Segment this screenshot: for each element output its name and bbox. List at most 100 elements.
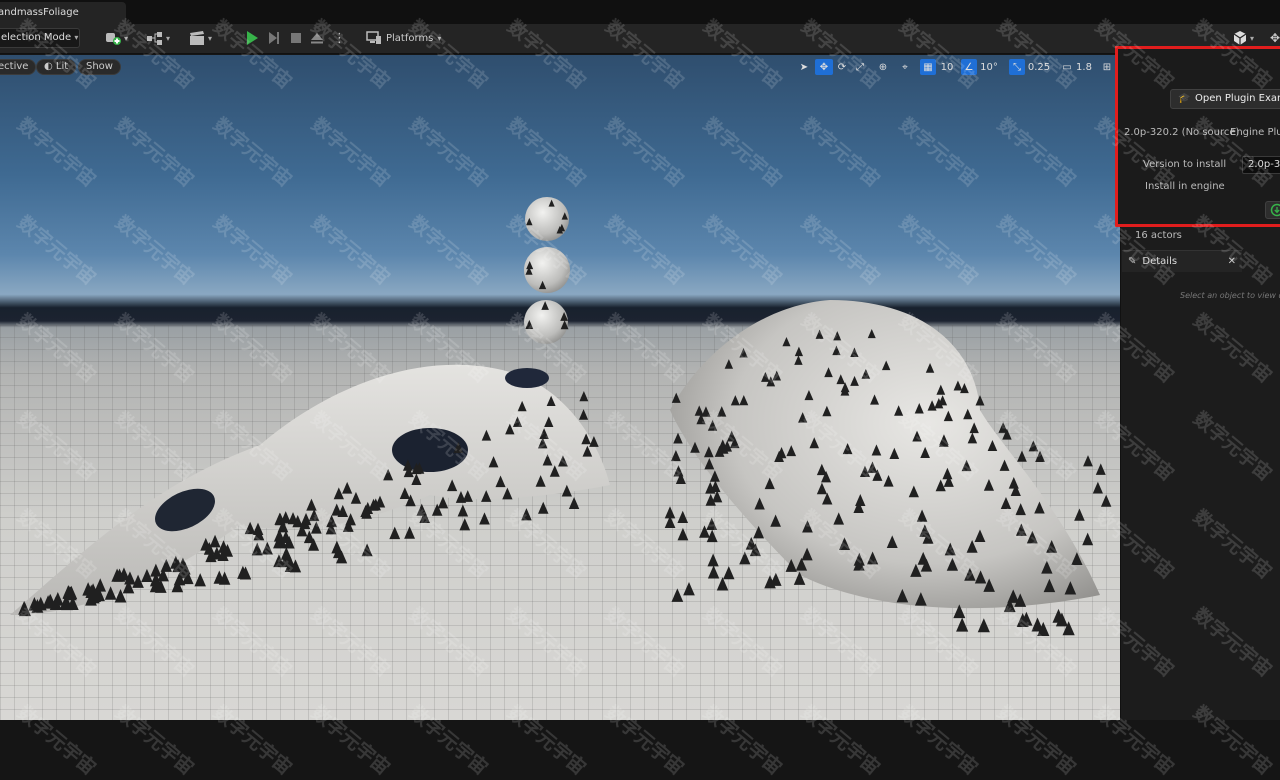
open-plugin-examples-label: Open Plugin Exampl [1195, 93, 1280, 104]
foliage-instance [746, 537, 757, 550]
platforms-icon [366, 31, 382, 45]
rotation-snap-toggle[interactable]: ∠ [961, 59, 977, 75]
foliage-instance [708, 553, 719, 566]
foliage-instance [459, 518, 470, 530]
blueprint-nodes-icon [146, 30, 164, 46]
selection-mode-dropdown[interactable]: election Mode ▾ [0, 28, 80, 48]
play-options-menu-button[interactable]: ⋮ [333, 29, 346, 47]
floating-sphere [524, 247, 570, 293]
foliage-instance [1096, 463, 1106, 474]
perspective-label: ective [0, 61, 28, 72]
foliage-instance [1017, 451, 1027, 462]
arch-shadow [505, 368, 549, 388]
settings-dropdown-button[interactable]: ▾ [1232, 29, 1254, 47]
eject-button[interactable] [309, 29, 325, 47]
scale-snap-icon: ⤡ [1013, 62, 1021, 73]
stop-button[interactable] [289, 29, 303, 47]
grid-snap-toggle[interactable]: ▦ [920, 59, 936, 75]
rotate-tool-button[interactable]: ⟳ [834, 59, 850, 75]
platforms-label: Platforms [386, 33, 433, 44]
grid-snap-value-label: 10 [941, 62, 954, 73]
perspective-view-button[interactable]: ective [0, 59, 36, 75]
level-viewport[interactable]: ective ◐ Lit Show ➤ ✥ ⟳ ⤢ ⊕ ⌖ ▦ 10 ∠ 10°… [0, 55, 1120, 720]
graduation-cap-icon: 🎓 [1178, 93, 1190, 104]
foliage-instance [1074, 509, 1085, 521]
chevron-down-icon: ▾ [437, 34, 441, 43]
foliage-instance [706, 518, 717, 530]
details-tab-label: Details [1142, 256, 1177, 267]
vertical-ellipsis-icon: ⋮ [333, 31, 346, 46]
right-landmass [670, 300, 1100, 608]
chevron-down-icon: ▾ [124, 34, 128, 43]
camera-speed-value[interactable]: 1.8 [1074, 59, 1094, 75]
blueprints-button[interactable]: ▾ [146, 29, 170, 47]
scale-snap-value[interactable]: 0.25 [1027, 59, 1051, 75]
foliage-instance [252, 543, 263, 556]
foliage-instance [1093, 482, 1103, 494]
grid-icon: ▦ [923, 62, 932, 73]
extra-settings-button[interactable]: ✥ [1270, 29, 1280, 47]
advance-frame-button[interactable] [267, 29, 281, 47]
show-flags-button[interactable]: Show [78, 59, 121, 75]
camera-speed-button[interactable]: ▭ [1060, 59, 1074, 75]
install-in-engine-label: Install in engine [1145, 181, 1225, 192]
level-document-tab[interactable]: andmassFoliage [0, 2, 126, 24]
foliage-instance [678, 528, 689, 540]
open-plugin-examples-button[interactable]: 🎓 Open Plugin Exampl [1170, 89, 1280, 109]
foliage-instance [404, 526, 415, 538]
plugin-type-label: Engine Plug [1230, 127, 1280, 138]
scale-snap-toggle[interactable]: ⤡ [1009, 59, 1025, 75]
close-icon[interactable]: ✕ [1228, 256, 1236, 267]
world-local-toggle[interactable]: ⊕ [875, 59, 891, 75]
clapperboard-icon [188, 30, 206, 46]
cinematics-button[interactable]: ▾ [188, 29, 212, 47]
foliage-instance [262, 542, 273, 555]
plugin-version-info: 2.0p-320.2 (No source) [1124, 127, 1239, 138]
view-mode-lit-button[interactable]: ◐ Lit [36, 59, 76, 75]
rotation-snap-value[interactable]: 10° [979, 59, 999, 75]
foliage-instance [521, 508, 532, 520]
foliage-instance [579, 409, 588, 420]
foliage-instance [579, 391, 588, 401]
chevron-down-icon: ▾ [1250, 34, 1254, 43]
step-forward-icon [267, 30, 281, 46]
foliage-instance [677, 511, 688, 523]
rotate-icon: ⟳ [838, 62, 846, 73]
details-tab[interactable]: ✎ Details ✕ [1122, 250, 1242, 272]
foliage-instance [671, 450, 681, 461]
foliage-instance [362, 543, 373, 556]
translate-tool-button[interactable]: ✥ [815, 59, 833, 75]
foliage-instance [978, 618, 990, 632]
select-tool-button[interactable]: ➤ [796, 59, 812, 75]
foliage-instance [1101, 495, 1111, 507]
outliner-actor-count: 16 actors [1135, 230, 1182, 241]
foliage-instance [389, 527, 400, 539]
play-button[interactable] [245, 29, 259, 47]
camera-icon: ▭ [1062, 62, 1071, 73]
version-to-install-field[interactable]: 2.0p-32 [1242, 156, 1280, 174]
foliage-instance [1031, 618, 1043, 632]
pencil-icon: ✎ [1128, 256, 1136, 267]
selection-mode-label: election Mode [1, 32, 71, 43]
foliage-instance [683, 582, 695, 595]
angle-icon: ∠ [965, 62, 974, 73]
scale-tool-button[interactable]: ⤢ [852, 59, 868, 75]
gear-icon: ✥ [1270, 31, 1280, 45]
platforms-dropdown[interactable]: Platforms ▾ [366, 29, 441, 47]
main-toolbar: election Mode ▾ ▾ ▾ ▾ ⋮ Platforms ▾ ▾ ✥ [0, 24, 1280, 54]
foliage-instance [1035, 451, 1045, 462]
foliage-instance [739, 551, 750, 564]
viewport-layout-button[interactable]: ⊞ [1100, 59, 1114, 75]
camera-speed-value-label: 1.8 [1076, 62, 1092, 73]
foliage-instance [1082, 533, 1093, 546]
add-content-button[interactable]: ▾ [104, 29, 128, 47]
grid-snap-value[interactable]: 10 [939, 59, 955, 75]
cube-settings-icon [1232, 30, 1248, 46]
foliage-instance [956, 618, 968, 632]
layout-grid-icon: ⊞ [1103, 62, 1111, 73]
cursor-arrow-icon: ➤ [800, 62, 808, 73]
foliage-instance [479, 512, 490, 524]
surface-snapping-button[interactable]: ⌖ [897, 59, 913, 75]
move-arrows-icon: ✥ [820, 62, 828, 73]
install-plugin-button[interactable] [1265, 201, 1280, 219]
